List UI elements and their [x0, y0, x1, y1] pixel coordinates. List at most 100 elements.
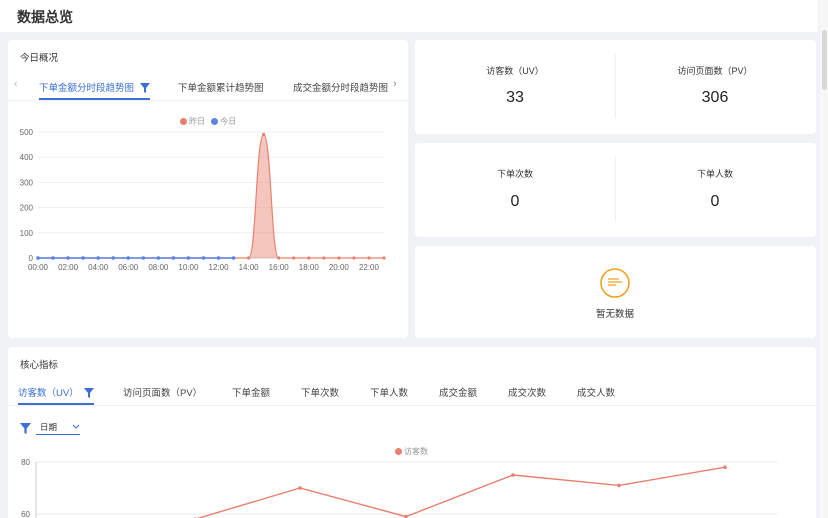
y-tick-label: 200	[20, 204, 34, 213]
legend-dot-today	[211, 118, 219, 125]
y-tick-label: 80	[21, 458, 30, 467]
core-metrics-title: 核心指标	[20, 360, 59, 371]
uv-label: 访客数（UV）	[486, 66, 544, 76]
uv-point	[298, 486, 302, 490]
today-point	[171, 256, 176, 260]
scroll-thumb[interactable]	[822, 30, 827, 90]
y-tick-label: 400	[20, 153, 34, 162]
core-metrics-card: 核心指标 访客数（UV） 访问页面数（PV） 下单金额 下单次数 下单人数 成交…	[8, 347, 816, 518]
yesterday-point	[307, 256, 311, 260]
tab-order-amount[interactable]: 下单金额	[232, 385, 270, 399]
yesterday-area	[38, 134, 384, 258]
y-tick-label: 60	[21, 510, 30, 518]
tab-label: 访客数（UV）	[18, 388, 79, 399]
tab-deal-amount-hourly[interactable]: 成交金额分时段趋势图	[293, 80, 388, 94]
chart-legend: 昨日 今日	[180, 116, 236, 127]
tab-deal-amount[interactable]: 成交金额	[439, 385, 477, 399]
today-point	[231, 256, 236, 260]
yesterday-point	[247, 256, 251, 260]
chevron-right-icon[interactable]: ›	[393, 78, 397, 90]
y-tick-label: 0	[29, 254, 34, 263]
today-point	[141, 256, 146, 260]
chevron-left-icon[interactable]: ‹	[14, 78, 18, 90]
x-tick-label: 00:00	[28, 263, 49, 272]
x-tick-label: 14:00	[239, 263, 260, 272]
core-chart-legend: 访客数	[395, 446, 428, 457]
legend-today: 今日	[220, 117, 237, 126]
filter-icon[interactable]	[139, 83, 150, 93]
date-select-value: 日期	[40, 422, 58, 432]
tab-deal-buyers[interactable]: 成交人数	[577, 385, 615, 399]
today-point	[216, 256, 221, 260]
page-scrollbar[interactable]	[820, 0, 828, 518]
buyers-label: 下单人数	[696, 169, 733, 179]
today-point	[126, 256, 131, 260]
today-point	[36, 256, 40, 260]
legend-yesterday: 昨日	[189, 117, 205, 126]
tab-uv[interactable]: 访客数（UV）	[18, 385, 95, 405]
today-point	[81, 256, 85, 260]
filter-icon[interactable]	[20, 423, 31, 434]
tab-pv[interactable]: 访问页面数（PV）	[123, 385, 202, 399]
uv-value: 33	[506, 89, 524, 106]
yesterday-point	[292, 256, 296, 260]
uv-pv-card: 访客数（UV） 33 访问页面数（PV） 306	[415, 40, 816, 134]
yesterday-point	[262, 132, 266, 137]
uv-point	[723, 465, 727, 469]
empty-text: 暂无数据	[595, 309, 634, 320]
tab-label: 下单金额分时段趋势图	[39, 83, 135, 94]
x-tick-label: 06:00	[118, 263, 139, 272]
tab-deal-count[interactable]: 成交次数	[508, 385, 546, 399]
legend-uv: 访客数	[404, 447, 428, 456]
date-select[interactable]: 日期	[36, 419, 80, 435]
uv-line	[196, 466, 726, 518]
x-tick-label: 22:00	[359, 263, 380, 272]
tab-order-amount-cumulative[interactable]: 下单金额累计趋势图	[178, 80, 264, 94]
x-tick-label: 02:00	[58, 263, 79, 272]
tab-order-count[interactable]: 下单次数	[301, 385, 339, 399]
pv-value: 306	[701, 89, 729, 106]
uv-point	[617, 483, 621, 488]
uv-point	[511, 473, 515, 477]
today-overview-title: 今日概况	[20, 53, 59, 64]
x-tick-label: 08:00	[148, 263, 169, 272]
y-tick-label: 100	[20, 229, 34, 238]
x-tick-label: 20:00	[329, 263, 350, 272]
core-trend-chart: 60 80	[21, 458, 778, 518]
filter-icon[interactable]	[84, 388, 95, 398]
today-point	[96, 256, 100, 260]
today-overview-card: 今日概况 ‹ 下单金额分时段趋势图 下单金额累计趋势图 成交金额分时段趋势图 ›…	[8, 40, 408, 338]
empty-data-icon	[600, 268, 630, 298]
x-tick-label: 10:00	[178, 263, 199, 272]
yesterday-point	[367, 256, 371, 260]
yesterday-point	[352, 256, 356, 260]
chevron-down-icon	[72, 424, 80, 429]
today-point	[156, 256, 161, 260]
y-tick-label: 300	[20, 178, 34, 187]
orders-label: 下单次数	[496, 169, 533, 179]
tab-buyer-count[interactable]: 下单人数	[370, 385, 408, 399]
x-tick-label: 16:00	[269, 263, 290, 272]
page-title: 数据总览	[17, 9, 73, 25]
tab-order-amount-hourly[interactable]: 下单金额分时段趋势图	[39, 80, 150, 100]
yesterday-line	[38, 133, 384, 259]
today-point	[66, 256, 70, 260]
today-point	[51, 256, 55, 260]
today-point	[111, 256, 116, 260]
hourly-trend-chart: 0 100 200 300 400 500 00:00 02:00 04:00 06:00 08:0…	[20, 128, 386, 272]
orders-value: 0	[510, 193, 520, 210]
x-tick-label: 04:00	[88, 263, 109, 272]
pv-label: 访问页面数（PV）	[677, 66, 753, 76]
page-title-bar: 数据总览	[0, 0, 818, 32]
yesterday-point	[322, 256, 326, 260]
y-tick-label: 500	[20, 128, 34, 137]
legend-dot-yesterday	[180, 118, 187, 125]
yesterday-point	[277, 256, 281, 260]
x-tick-label: 18:00	[299, 263, 320, 272]
empty-card: 暂无数据	[415, 246, 816, 338]
x-tick-label: 12:00	[209, 263, 230, 272]
orders-card: 下单次数 0 下单人数 0	[415, 143, 816, 237]
today-point	[186, 256, 191, 260]
today-point	[201, 256, 206, 260]
buyers-value: 0	[710, 193, 720, 210]
